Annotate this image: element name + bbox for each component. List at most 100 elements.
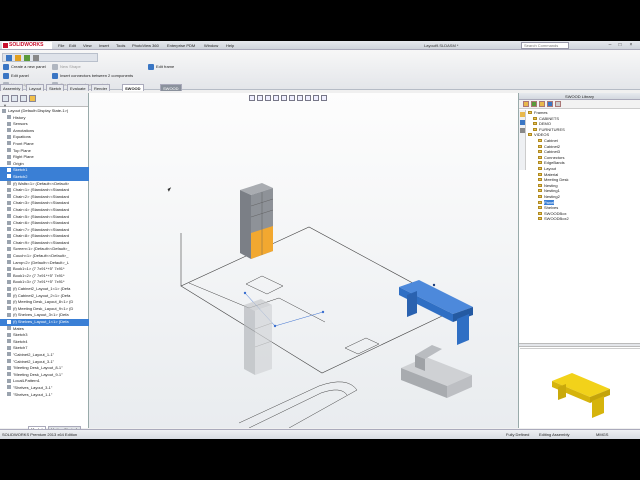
status-units[interactable]: MMGS xyxy=(596,430,608,439)
feature-tree-item[interactable]: Book1<2> (7 7x91*+5" 7x91* xyxy=(0,273,89,280)
menu-window[interactable]: Window xyxy=(204,42,218,49)
edit-panel-button[interactable]: Edit panel xyxy=(3,73,29,79)
feature-tree-item[interactable]: Chair<7> (Standard<<Standard xyxy=(0,227,89,234)
connector-tool-icon[interactable] xyxy=(24,55,30,61)
menu-tools[interactable]: Tools xyxy=(116,42,125,49)
sketch-point[interactable] xyxy=(321,310,325,314)
sketch-point[interactable] xyxy=(273,324,277,328)
tab-swood-cam[interactable]: SWOOD CAM xyxy=(160,84,182,98)
menu-edit[interactable]: Edit xyxy=(69,42,76,49)
feature-tree-item[interactable]: Sketch4 xyxy=(0,339,89,346)
feature-tree-item[interactable]: Front Plane xyxy=(0,141,89,148)
feature-tree-item[interactable]: Chair<4> (Standard<<Standard xyxy=(0,207,89,214)
feature-tree-item[interactable]: Layout (Default<Display State-1>) xyxy=(0,108,89,115)
library-folder-item[interactable]: SWOODBox2 xyxy=(527,216,639,222)
feature-tree-item[interactable]: Chair<2> (Standard<<Standard xyxy=(0,194,89,201)
folder-icon xyxy=(533,127,537,131)
menu-help[interactable]: Help xyxy=(226,42,234,49)
tab-sketch[interactable]: Sketch xyxy=(46,84,65,91)
preview-splitter[interactable] xyxy=(519,343,640,347)
new-shape-button[interactable]: New Shape xyxy=(52,64,81,70)
menu-photoview[interactable]: PhotoView 360 xyxy=(132,42,159,49)
sketch-point[interactable] xyxy=(243,291,247,295)
feature-tree-item[interactable]: (f) Shelves_Layout_1<1> (Defa xyxy=(0,319,89,326)
feature-tree-item[interactable]: Origin xyxy=(0,161,89,168)
feature-item-icon xyxy=(7,299,11,304)
meeting-desk-model[interactable] xyxy=(401,345,472,398)
create-panel-button[interactable]: Create a new panel xyxy=(3,64,46,70)
tall-cabinet-model[interactable] xyxy=(240,183,274,259)
tab-swood-design[interactable]: SWOOD Design xyxy=(122,84,144,98)
feature-tree-item[interactable]: Chair<6> (Standard<<Standard xyxy=(0,220,89,227)
tab-render-tools[interactable]: Render Tools xyxy=(91,84,111,98)
feature-tree-item[interactable]: LocalLPattern1 xyxy=(0,378,89,385)
feature-tree-item[interactable]: Right Plane xyxy=(0,154,89,161)
feature-tree-item[interactable]: Sketch3 xyxy=(0,332,89,339)
feature-tree-item[interactable]: (f) Meeting Desk_Layout_8<1> (D xyxy=(0,299,89,306)
minimize-icon[interactable]: – xyxy=(606,42,614,49)
feature-tree-item[interactable]: Equations xyxy=(0,134,89,141)
feature-tree-item[interactable]: "Cabinet2_Layout_1-1" xyxy=(0,352,89,359)
insert-connectors-button[interactable]: Insert connectors between 2 components xyxy=(52,73,133,79)
feature-tree-item[interactable]: Sensors xyxy=(0,121,89,128)
feature-tree-item[interactable]: "Cabinet2_Layout_3-1" xyxy=(0,359,89,366)
add-library-icon[interactable] xyxy=(531,101,537,107)
dimxpert-icon[interactable] xyxy=(29,95,36,102)
menu-file[interactable]: File xyxy=(58,42,64,49)
refresh-icon[interactable] xyxy=(547,101,553,107)
library-tab-icon[interactable] xyxy=(520,112,525,117)
explorer-tab-icon[interactable] xyxy=(520,128,525,133)
edit-frame-button[interactable]: Edit frame xyxy=(148,64,174,70)
feature-tree-item[interactable]: "Shelves_Layout_1-1" xyxy=(0,392,89,399)
feature-tree-item[interactable]: (f) Meeting Desk_Layout_9<1> (D xyxy=(0,306,89,313)
feature-tree-item[interactable]: Sketch1 xyxy=(0,167,89,174)
resources-tab-icon[interactable] xyxy=(520,120,525,125)
feature-tree-item[interactable]: Book1<1> (7 7x91*+5" 7x91* xyxy=(0,266,89,273)
feature-tree-item[interactable]: (f) Cabinet2_Layout_2<1> (Defa xyxy=(0,293,89,300)
feature-tree-item[interactable]: "Meeting Desk_Layout_9-1" xyxy=(0,372,89,379)
feature-tree-item[interactable]: Sketch7 xyxy=(0,345,89,352)
tab-assembly[interactable]: Assembly xyxy=(0,84,24,91)
feature-tree-item[interactable]: Chair<9> (Standard<<Standard xyxy=(0,240,89,247)
feature-tree-item[interactable]: "Meeting Desk_Layout_8-1" xyxy=(0,365,89,372)
feature-tree-item[interactable]: Chair<8> (Standard<<Standard xyxy=(0,233,89,240)
close-icon[interactable]: × xyxy=(627,42,635,49)
menu-enterprise-pdm[interactable]: Enterprise PDM xyxy=(167,42,195,49)
feature-tree-item[interactable]: Book1<3> (7 7x91*+5" 7x91* xyxy=(0,279,89,286)
frame-tool-icon[interactable] xyxy=(15,55,21,61)
feature-item-icon xyxy=(7,233,11,238)
tab-layout[interactable]: Layout xyxy=(26,84,45,91)
feature-tree-item[interactable]: Sketch2 xyxy=(0,173,89,181)
feature-tree-item[interactable]: (f) Walls<1> (Default<<Default> xyxy=(0,181,89,188)
edge-band-tool-icon[interactable] xyxy=(33,55,39,61)
feature-tree-item[interactable]: Chair<3> (Standard<<Standard xyxy=(0,200,89,207)
feature-tree-item[interactable]: Couch<1> (Default<<Default>_ xyxy=(0,253,89,260)
feature-tree-item[interactable]: Annotations xyxy=(0,128,89,135)
feature-tree-item[interactable]: Chair<1> (Standard<<Standard xyxy=(0,187,89,194)
panel-tool-icon[interactable] xyxy=(6,55,12,61)
maximize-icon[interactable]: □ xyxy=(616,42,624,49)
menu-view[interactable]: View xyxy=(83,42,92,49)
feature-tree-item[interactable]: Chair<5> (Standard<<Standard xyxy=(0,214,89,221)
menu-insert[interactable]: Insert xyxy=(99,42,109,49)
options-icon[interactable] xyxy=(555,101,561,107)
feature-tree-item[interactable]: Screen<1> (Default<<Default>_ xyxy=(0,246,89,253)
feature-tree-item[interactable]: Lamp<2> (Default<<Default>_L xyxy=(0,260,89,267)
graphics-area[interactable] xyxy=(89,93,518,428)
feature-tree-icon[interactable] xyxy=(2,95,9,102)
feature-tree-item[interactable]: (f) Shelves_Layout_3<1> (Defa xyxy=(0,312,89,319)
feature-tree-item[interactable]: Top Plane xyxy=(0,148,89,155)
search-commands-input[interactable]: Search Commands xyxy=(521,42,569,49)
feature-tree-item[interactable]: "Shelves_Layout_3-1" xyxy=(0,385,89,392)
meeting-desk-selected-model[interactable] xyxy=(399,280,473,345)
tab-evaluate[interactable]: Evaluate xyxy=(67,84,89,91)
property-manager-icon[interactable] xyxy=(11,95,18,102)
configuration-manager-icon[interactable] xyxy=(20,95,27,102)
feature-item-label: (f) Meeting Desk_Layout_8<1> (D xyxy=(13,299,74,305)
shelves-model[interactable] xyxy=(244,299,273,375)
feature-tree-item[interactable]: Mates xyxy=(0,326,89,333)
feature-tree-item[interactable]: (f) Cabinet2_Layout_1<1> (Defa xyxy=(0,286,89,293)
new-folder-icon[interactable] xyxy=(539,101,545,107)
home-icon[interactable] xyxy=(523,101,529,107)
feature-tree-item[interactable]: History xyxy=(0,115,89,122)
